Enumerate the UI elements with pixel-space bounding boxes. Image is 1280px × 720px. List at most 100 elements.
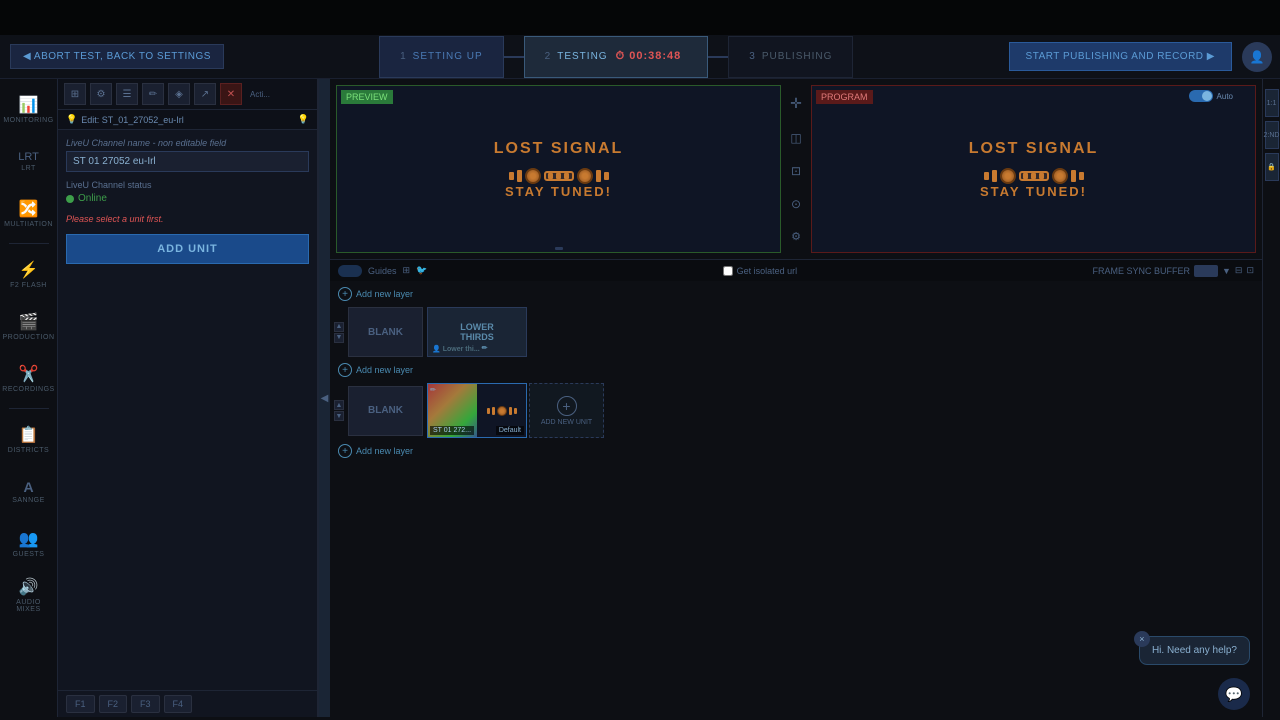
thumbnail-edit-icon[interactable]: ✏ [430, 386, 436, 394]
recordings-icon: ✂️ [19, 364, 39, 384]
chat-close-button[interactable]: × [1134, 631, 1150, 647]
abort-button[interactable]: ◀ ABORT TEST, BACK TO SETTINGS [10, 44, 224, 69]
panel: ⊞ ⚙ ☰ ✏ ◈ ↗ ✕ Acti... 💡 Edit: ST_01_2705… [58, 79, 318, 717]
add-new-unit-plus-icon: + [557, 396, 577, 416]
isolated-url-row: Get isolated url [723, 266, 798, 276]
settings-small-icon[interactable]: ⚙ [791, 230, 801, 243]
panel-tool-label: Acti... [250, 90, 270, 99]
record-icon[interactable]: ⊙ [791, 197, 801, 211]
signal-slots [544, 171, 574, 181]
clip-edit-icon[interactable]: ✏ [482, 344, 492, 354]
panel-tool-pen[interactable]: ✏ [142, 83, 164, 105]
chat-icon-button[interactable]: 💬 [1218, 678, 1250, 710]
chat-bubble: × Hi. Need any help? [1139, 636, 1250, 665]
add-layer-top-button[interactable]: + Add new layer [334, 285, 417, 303]
panel-tool-delete[interactable]: ✕ [220, 83, 242, 105]
layer-2-row: ▲ ▼ BLANK [334, 383, 1258, 438]
panel-tool-filter[interactable]: ◈ [168, 83, 190, 105]
lrt-icon: LRT [18, 151, 39, 163]
channel-name-input[interactable] [66, 151, 309, 172]
sannge-icon: A [23, 479, 33, 495]
right-btn-2[interactable]: 2:ND [1265, 121, 1279, 149]
copy-icon[interactable]: ⊡ [791, 164, 801, 178]
layer-1-lower-thirds-clip[interactable]: LOWER THIRDS 👤 Lower thi... ✏ [427, 307, 527, 357]
p-slot-3 [1039, 173, 1044, 179]
step-2-num: 2 [545, 51, 552, 62]
guides-icon-1: ⊞ [403, 265, 411, 276]
tab-f1[interactable]: F1 [66, 695, 95, 713]
lrt-label: LRT [21, 165, 36, 172]
tab-f2[interactable]: F2 [99, 695, 128, 713]
program-screen: LOST SIGNAL STAY TU [812, 86, 1255, 252]
monitors-container: PREVIEW LOST SIGNAL [330, 79, 1262, 259]
add-layer-2-button[interactable]: + Add new layer [334, 361, 417, 379]
layer-2-arrows: ▲ ▼ [334, 400, 344, 421]
layer-1-arrow-down[interactable]: ▼ [334, 333, 344, 343]
step-2: 2 TESTING ⏱ 00:38:48 [524, 36, 709, 78]
add-layer-top-plus-icon: + [338, 287, 352, 301]
sidebar-item-production[interactable]: 🎬 PRODUCTION [4, 301, 54, 351]
mutation-label: MULTIIATION [4, 221, 53, 228]
sidebar-item-recordings[interactable]: ✂️ RECORDINGS [4, 353, 54, 403]
guides-icon-2: 🐦 [416, 265, 427, 276]
layer-2-thumbnail-clip[interactable]: ST 01 272... Default ✏ [427, 383, 527, 438]
guides-toggle[interactable] [338, 265, 362, 277]
p-signal-circle-1 [1000, 168, 1016, 184]
add-layer-3-button[interactable]: + Add new layer [334, 442, 417, 460]
signal-circle-1 [525, 168, 541, 184]
step-1: 1 SETTING UP [379, 36, 504, 78]
sidebar-item-lrt[interactable]: LRT LRT [4, 136, 54, 186]
step-2-label: TESTING [557, 51, 607, 62]
add-layer-2-row: + Add new layer [334, 361, 1258, 379]
panel-content: LiveU Channel name - non editable field … [58, 130, 317, 690]
publish-button[interactable]: START PUBLISHING AND RECORD ▶ [1009, 42, 1232, 71]
program-lost-signal: LOST SIGNAL [969, 140, 1099, 158]
sidebar-item-monitoring[interactable]: 📊 MONITORING [4, 84, 54, 134]
mutation-icon: 🔀 [19, 199, 39, 219]
layer-2-blank-clip[interactable]: BLANK [348, 386, 423, 436]
thumbnail-default: Default [496, 426, 524, 435]
frame-sync-toggle[interactable] [1194, 265, 1218, 277]
right-btn-3[interactable]: 🔒 [1265, 153, 1279, 181]
auto-toggle-switch[interactable] [1189, 90, 1213, 102]
layer-2-arrow-down[interactable]: ▼ [334, 411, 344, 421]
layer-1-blank-clip[interactable]: BLANK [348, 307, 423, 357]
audio-mixes-label: AUDIO MIXES [4, 599, 54, 613]
add-layer-2-plus-icon: + [338, 363, 352, 377]
panel-tool-share[interactable]: ↗ [194, 83, 216, 105]
panel-collapse-button[interactable]: ◀ [318, 79, 330, 717]
layer-1-arrow-up[interactable]: ▲ [334, 322, 344, 332]
panel-tool-list[interactable]: ☰ [116, 83, 138, 105]
sidebar-item-audio-mixes[interactable]: 🔊 AUDIO MIXES [4, 570, 54, 620]
sidebar-item-guests[interactable]: 👥 GUESTS [4, 518, 54, 568]
panel-tool-grid[interactable]: ⊞ [64, 83, 86, 105]
add-unit-button[interactable]: ADD UNIT [66, 234, 309, 264]
tab-f4[interactable]: F4 [164, 695, 193, 713]
isolated-url-checkbox[interactable] [723, 266, 733, 276]
auto-label: Auto [1217, 92, 1233, 101]
right-btn-1[interactable]: 1:1 [1265, 89, 1279, 117]
sidebar-item-sannge[interactable]: A SANNGE [4, 466, 54, 516]
channel-name-label: LiveU Channel name - non editable field [66, 138, 309, 148]
preview-bottom-bar [555, 247, 563, 250]
lower-thirds-clip-name: LOWER THIRDS [460, 322, 494, 342]
clip-tag-text: Lower thi... [443, 346, 480, 353]
step-3-label: PUBLISHING [762, 51, 833, 62]
flash-icon: ⚡ [19, 260, 39, 280]
layer-2-arrow-up[interactable]: ▲ [334, 400, 344, 410]
sidebar-item-flash[interactable]: ⚡ F2 FLASH [4, 249, 54, 299]
mask-icon[interactable]: ◫ [790, 131, 801, 145]
tab-f3[interactable]: F3 [131, 695, 160, 713]
th-bar-3 [509, 407, 512, 415]
p-signal-circle-2 [1052, 168, 1068, 184]
guides-label: Guides [368, 266, 397, 276]
slot-3 [564, 173, 569, 179]
p-signal-slots [1019, 171, 1049, 181]
expand-icon[interactable]: ✛ [790, 95, 802, 112]
sidebar-item-mutation[interactable]: 🔀 MULTIIATION [4, 188, 54, 238]
panel-tool-gear[interactable]: ⚙ [90, 83, 112, 105]
sidebar-item-districts[interactable]: 📋 DISTRICTS [4, 414, 54, 464]
add-layer-3-plus-icon: + [338, 444, 352, 458]
add-new-unit-clip[interactable]: + ADD NEW UNIT [529, 383, 604, 438]
bottom-monitors-bar: Guides ⊞ 🐦 Get isolated url FRAME SYNC B… [330, 259, 1262, 281]
